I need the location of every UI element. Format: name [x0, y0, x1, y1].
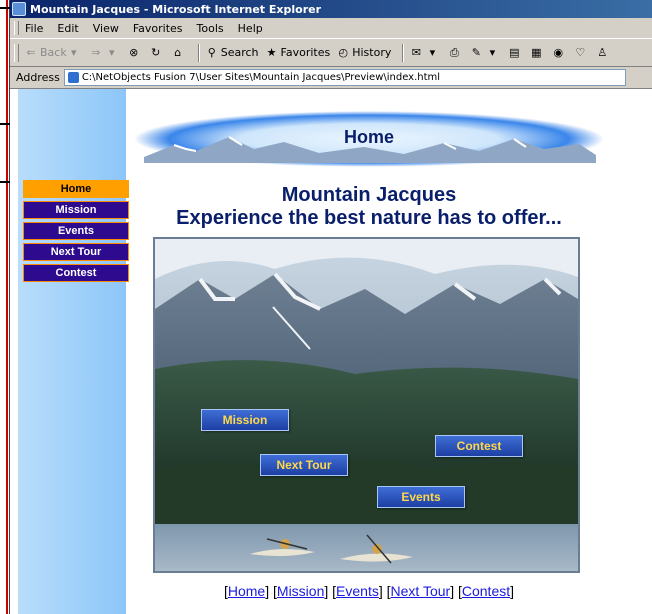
history-button[interactable]: ◴ History	[336, 46, 391, 60]
page-headline: Mountain Jacques	[281, 184, 457, 206]
mail-icon: ✉	[411, 46, 421, 59]
favorites-label: Favorites	[280, 46, 331, 59]
window-titlebar: Mountain Jacques - Microsoft Internet Ex…	[10, 0, 652, 18]
photo-button-mission[interactable]: Mission	[201, 409, 289, 431]
menu-bar: File Edit View Favorites Tools Help	[10, 18, 652, 39]
back-label: Back	[40, 46, 67, 59]
person-icon: ♙	[597, 46, 608, 59]
messenger-button[interactable]: ♡	[573, 46, 589, 60]
nav-item-home[interactable]: Home	[23, 180, 129, 198]
left-red-rule	[6, 0, 8, 614]
toolbar-separator	[402, 43, 405, 62]
forward-arrow-icon: ⇒	[91, 46, 101, 59]
mountain-lake-photo: Mission Contest Next Tour Events	[153, 237, 580, 573]
refresh-icon: ↻	[151, 46, 161, 59]
forward-button[interactable]: ⇒ ▾	[89, 46, 121, 60]
stop-icon: ⊗	[129, 46, 139, 59]
page-icon	[67, 72, 79, 83]
bracket-close: ]	[324, 583, 329, 599]
address-url: C:\NetObjects Fusion 7\User Sites\Mounta…	[81, 72, 441, 83]
research-button[interactable]: ▦	[529, 46, 545, 60]
mail-button[interactable]: ✉ ▾	[409, 46, 441, 60]
footer-link-contest[interactable]: Contest	[462, 583, 510, 599]
footer-link-home[interactable]: Home	[228, 583, 265, 599]
menu-view[interactable]: View	[93, 22, 119, 35]
chevron-down-icon: ▾	[429, 46, 436, 59]
menu-edit[interactable]: Edit	[57, 22, 78, 35]
favorites-icon: ★	[266, 46, 277, 59]
menu-file[interactable]: File	[25, 22, 43, 35]
nav-item-events[interactable]: Events	[23, 222, 129, 240]
menu-help[interactable]: Help	[238, 22, 263, 35]
search-icon: ⚲	[207, 46, 216, 59]
bracket-close: ]	[510, 583, 515, 599]
footer-nav-links: [Home] [Mission] [Events] [Next Tour] [C…	[134, 583, 604, 599]
globe-icon: ◉	[553, 46, 564, 59]
page-content: Home Home Mission Events Next Tour Conte…	[10, 89, 652, 614]
media-button[interactable]: ◉	[551, 46, 567, 60]
photo-button-events[interactable]: Events	[377, 486, 465, 508]
window-title: Mountain Jacques - Microsoft Internet Ex…	[30, 2, 322, 16]
edit-icon: ✎	[471, 46, 481, 59]
edit-button[interactable]: ✎ ▾	[469, 46, 501, 60]
favorites-button[interactable]: ★ Favorites	[265, 46, 331, 60]
footer-link-mission[interactable]: Mission	[277, 583, 324, 599]
bracket-close: ]	[265, 583, 270, 599]
ie-app-icon	[12, 2, 26, 16]
messenger-icon: ♡	[575, 46, 586, 59]
home-button[interactable]: ⌂	[171, 46, 187, 60]
history-icon: ◴	[338, 46, 349, 59]
discuss-button[interactable]: ▤	[507, 46, 523, 60]
address-bar: Address C:\NetObjects Fusion 7\User Site…	[10, 67, 652, 89]
sky-sidebar-background	[18, 89, 126, 614]
back-button[interactable]: ⇐ Back ▾	[24, 46, 83, 60]
chevron-down-icon: ▾	[489, 46, 496, 59]
page-subheadline: Experience the best nature has to offer.…	[176, 207, 562, 229]
address-label: Address	[16, 71, 60, 84]
nav-item-next-tour[interactable]: Next Tour	[23, 243, 129, 261]
photo-button-next-tour[interactable]: Next Tour	[260, 454, 348, 476]
page-banner: Home	[134, 109, 604, 169]
photo-button-contest[interactable]: Contest	[435, 435, 523, 457]
bracket-close: ]	[450, 583, 455, 599]
address-input[interactable]: C:\NetObjects Fusion 7\User Sites\Mounta…	[63, 69, 626, 86]
chevron-down-icon: ▾	[108, 46, 115, 59]
nav-menu: Home Mission Events Next Tour Contest	[23, 180, 129, 285]
research-icon: ▦	[531, 46, 542, 59]
nav-item-contest[interactable]: Contest	[23, 264, 129, 282]
toolbar-separator	[197, 43, 200, 62]
search-label: Search	[220, 46, 259, 59]
document-icon: ▤	[509, 46, 520, 59]
menubar-grip	[14, 21, 19, 35]
banner-title: Home	[343, 127, 394, 147]
print-button[interactable]: ⎙	[447, 46, 463, 60]
back-arrow-icon: ⇐	[26, 46, 36, 59]
print-icon: ⎙	[449, 45, 459, 59]
nav-item-mission[interactable]: Mission	[23, 201, 129, 219]
menu-favorites[interactable]: Favorites	[133, 22, 183, 35]
footer-link-events[interactable]: Events	[336, 583, 379, 599]
chevron-down-icon: ▾	[70, 46, 77, 59]
menu-tools[interactable]: Tools	[197, 22, 224, 35]
mountain-scene-image	[155, 239, 578, 571]
contacts-button[interactable]: ♙	[595, 46, 611, 60]
search-button[interactable]: ⚲ Search	[205, 46, 259, 60]
footer-link-next-tour[interactable]: Next Tour	[391, 583, 451, 599]
toolbar-grip	[14, 43, 19, 62]
refresh-button[interactable]: ↻	[149, 46, 165, 60]
stop-button[interactable]: ⊗	[127, 46, 143, 60]
bracket-close: ]	[378, 583, 383, 599]
standard-toolbar: ⇐ Back ▾ ⇒ ▾ ⊗ ↻ ⌂ ⚲ Search ★ Favorites …	[10, 39, 652, 67]
history-label: History	[352, 46, 392, 59]
home-icon: ⌂	[174, 46, 182, 59]
